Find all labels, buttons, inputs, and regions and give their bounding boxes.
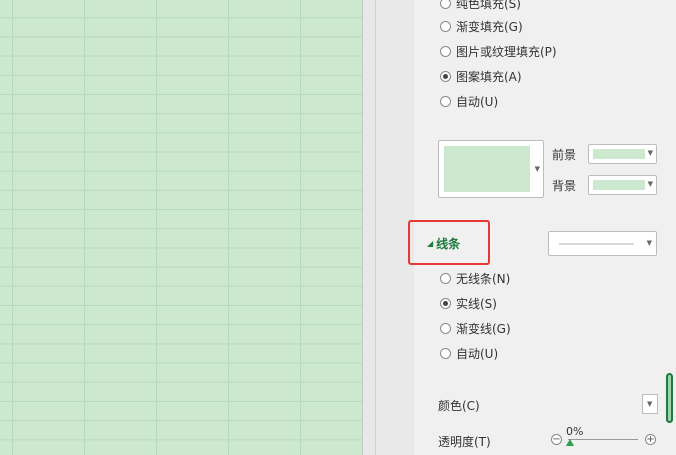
background-color-row: 背景 ▼ [552,175,657,195]
fill-option-gradient[interactable]: 渐变填充(G) [440,16,523,36]
fill-option-pattern[interactable]: 图案填充(A) [440,66,522,86]
line-option-gradient[interactable]: 渐变线(G) [440,318,511,338]
foreground-color-row: 前景 ▼ [552,144,657,164]
plus-icon[interactable]: + [645,434,656,445]
fill-option-picture[interactable]: 图片或纹理填充(P) [440,41,557,61]
line-option-label: 渐变线(G) [456,321,511,336]
fill-option-label: 渐变填充(G) [456,19,523,34]
line-option-auto[interactable]: 自动(U) [440,343,498,363]
collapse-triangle-icon: ◢ [427,239,434,248]
pattern-preview [444,146,530,192]
transparency-slider-thumb[interactable] [566,439,574,446]
chevron-down-icon: ▼ [647,400,653,408]
foreground-label: 前景 [552,147,577,162]
transparency-slider-track[interactable] [568,439,638,440]
transparency-label: 透明度(T) [438,435,491,449]
transparency-value: 0% [566,425,584,438]
radio-icon [440,95,451,107]
radio-icon [440,347,451,359]
fill-option-label: 图片或纹理填充(P) [456,44,557,59]
color-label: 颜色(C) [438,399,480,413]
radio-icon [440,0,451,9]
fill-option-label: 图案填充(A) [456,69,522,84]
fill-option-auto[interactable]: 自动(U) [440,91,498,111]
line-section-header[interactable]: ◢ 线条 [427,235,460,252]
radio-checked-icon [440,70,451,82]
panel-scrollbar-thumb[interactable] [666,373,673,423]
radio-icon [440,322,451,334]
background-label: 背景 [552,178,577,193]
fill-option-label: 自动(U) [456,94,499,109]
line-option-solid[interactable]: 实线(S) [440,293,497,313]
radio-icon [440,20,451,32]
line-preview [559,243,634,245]
foreground-color-dropdown[interactable]: ▼ [588,144,657,164]
fill-option-label: 纯色填充(S) [456,0,521,11]
line-option-label: 无线条(N) [456,271,511,286]
chevron-down-icon: ▼ [646,239,652,247]
chevron-down-icon: ▼ [647,149,653,157]
line-color-dropdown[interactable]: ▼ [642,394,658,414]
radio-icon [440,45,451,57]
fill-option-solid[interactable]: 纯色填充(S) [440,0,521,13]
chevron-down-icon: ▼ [647,180,653,188]
line-style-dropdown[interactable]: ▼ [548,231,657,256]
radio-checked-icon [440,297,451,309]
radio-icon [440,272,451,284]
line-option-label: 自动(U) [456,346,499,361]
color-swatch [593,180,645,190]
line-section-title: 线条 [436,237,461,251]
background-color-dropdown[interactable]: ▼ [588,175,657,195]
spreadsheet-grid[interactable] [0,0,362,455]
line-option-label: 实线(S) [456,296,497,311]
sheet-vertical-scrollbar[interactable] [362,0,376,455]
minus-icon[interactable]: − [551,434,562,445]
chevron-down-icon: ▼ [534,165,540,173]
line-option-none[interactable]: 无线条(N) [440,268,510,288]
pattern-style-dropdown[interactable]: ▼ [438,140,544,198]
color-swatch [593,149,645,159]
